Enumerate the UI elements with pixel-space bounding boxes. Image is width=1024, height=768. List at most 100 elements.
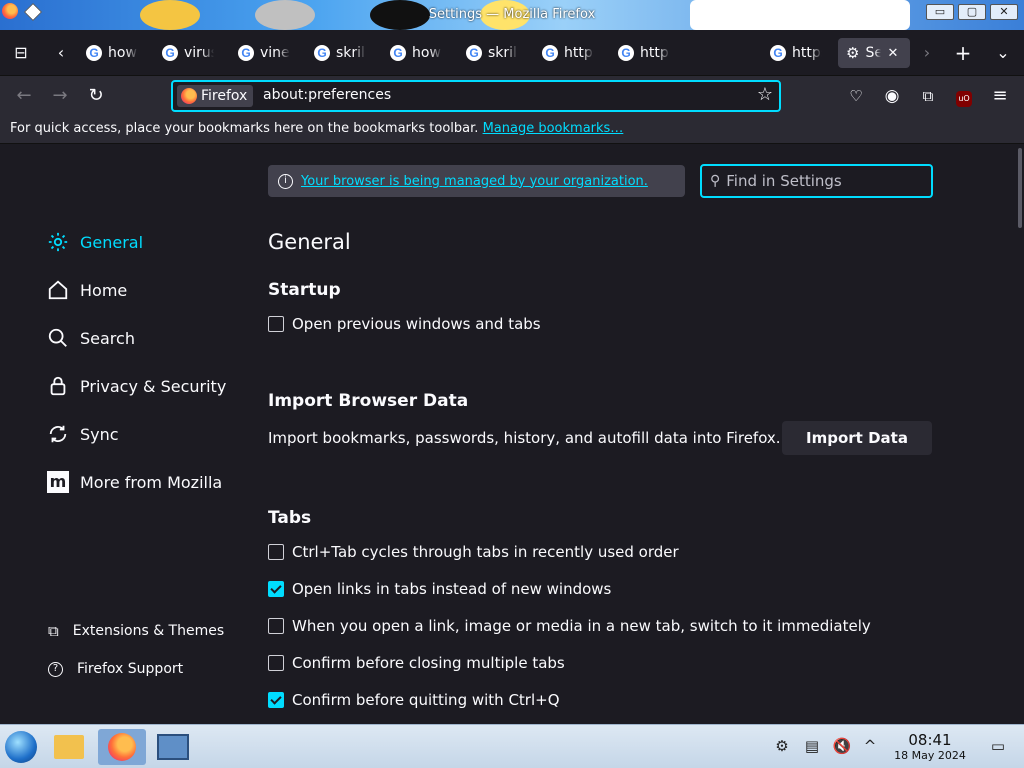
puzzle-icon: ⧉	[48, 622, 59, 640]
lock-icon	[46, 374, 70, 398]
google-icon: G	[466, 45, 482, 61]
scroll-tabs-right-icon[interactable]: ›	[916, 42, 938, 64]
sidebar-item-privacy[interactable]: Privacy & Security	[46, 372, 226, 400]
bookmark-star-icon[interactable]: ☆	[757, 84, 773, 105]
switch-to-new-tab-option[interactable]: When you open a link, image or media in …	[268, 617, 871, 635]
forward-icon[interactable]: →	[48, 84, 72, 108]
tab-7[interactable]: Ghttps	[618, 38, 670, 68]
tab-3[interactable]: Gskrill	[314, 38, 366, 68]
back-icon[interactable]: ←	[12, 84, 36, 108]
ctrl-tab-checkbox[interactable]	[268, 544, 284, 560]
maximize-button[interactable]: ▢	[958, 4, 986, 20]
tab-2[interactable]: Gvine	[238, 38, 290, 68]
sidebar-item-more-from-mozilla[interactable]: m More from Mozilla	[46, 468, 222, 496]
clock[interactable]: 08:41 18 May 2024	[890, 731, 970, 762]
help-icon: ?	[48, 661, 63, 677]
startup-heading: Startup	[268, 280, 341, 300]
confirm-close-tabs-checkbox[interactable]	[268, 655, 284, 671]
system-settings-icon[interactable]	[154, 729, 192, 765]
tray-expand-icon[interactable]: ^	[860, 737, 880, 757]
find-in-settings-placeholder: Find in Settings	[726, 172, 842, 190]
network-icon[interactable]: ⚙	[772, 737, 792, 757]
sidebar-item-home[interactable]: Home	[46, 276, 127, 304]
navigation-toolbar: ← → ↻ Firefox about:preferences ☆ ♡ ◉ ⧉ …	[0, 76, 1024, 116]
google-icon: G	[162, 45, 178, 61]
sidebar-item-extensions-themes[interactable]: ⧉ Extensions & Themes	[48, 620, 224, 642]
scroll-tabs-left-icon[interactable]: ‹	[50, 42, 72, 64]
ctrl-tab-option[interactable]: Ctrl+Tab cycles through tabs in recently…	[268, 543, 679, 561]
window-title: Settings — Mozilla Firefox	[428, 7, 596, 22]
window-titlebar[interactable]: Settings — Mozilla Firefox ▭ ▢ ✕	[0, 0, 1024, 30]
identity-label: Firefox	[201, 88, 248, 104]
import-description: Import bookmarks, passwords, history, an…	[268, 429, 781, 447]
bookmarks-hint: For quick access, place your bookmarks h…	[10, 121, 479, 136]
list-all-tabs-icon[interactable]: ⌄	[992, 42, 1014, 64]
tab-4[interactable]: Ghow	[390, 38, 442, 68]
account-icon[interactable]: ◉	[880, 84, 904, 108]
pocket-icon[interactable]: ♡	[844, 84, 868, 108]
google-icon: G	[618, 45, 634, 61]
tab-1[interactable]: Gvirus	[162, 38, 214, 68]
url-text[interactable]: about:preferences	[263, 87, 391, 103]
start-menu-icon[interactable]	[2, 729, 40, 765]
gear-icon	[46, 230, 70, 254]
gear-icon: ⚙	[846, 44, 860, 62]
import-heading: Import Browser Data	[268, 391, 469, 411]
scrollbar[interactable]	[1018, 148, 1022, 228]
minimize-button[interactable]: ▭	[926, 4, 954, 20]
google-icon: G	[86, 45, 102, 61]
tabs-heading: Tabs	[268, 508, 312, 528]
bookmarks-toolbar: For quick access, place your bookmarks h…	[0, 116, 1024, 144]
menu-icon[interactable]: ≡	[988, 84, 1012, 108]
clock-date: 18 May 2024	[894, 749, 966, 762]
restore-session-option[interactable]: Open previous windows and tabs	[268, 315, 541, 333]
ublock-icon[interactable]: uO	[952, 84, 976, 108]
import-data-button[interactable]: Import Data	[782, 421, 932, 455]
new-tab-icon[interactable]: +	[952, 42, 974, 64]
google-icon: G	[238, 45, 254, 61]
reload-icon[interactable]: ↻	[84, 84, 108, 108]
url-bar[interactable]: Firefox about:preferences ☆	[171, 80, 781, 112]
tab-overview-icon[interactable]: ⊟	[10, 42, 32, 64]
tab-8[interactable]: Ghttps	[770, 38, 822, 68]
manage-bookmarks-link[interactable]: Manage bookmarks…	[483, 121, 624, 136]
identity-box[interactable]: Firefox	[177, 85, 254, 107]
tab-0[interactable]: Ghow	[86, 38, 138, 68]
firefox-taskbar-icon[interactable]	[98, 729, 146, 765]
mozilla-icon: m	[46, 470, 70, 494]
sidebar-item-general[interactable]: General	[46, 228, 143, 256]
extensions-icon[interactable]: ⧉	[916, 84, 940, 108]
google-icon: G	[770, 45, 786, 61]
confirm-close-tabs-option[interactable]: Confirm before closing multiple tabs	[268, 654, 565, 672]
confirm-quit-checkbox[interactable]	[268, 692, 284, 708]
search-icon: ⚲	[710, 173, 721, 189]
sync-icon	[46, 422, 70, 446]
page-title: General	[268, 230, 351, 254]
google-icon: G	[390, 45, 406, 61]
tab-settings[interactable]: ⚙ Settings ✕	[838, 38, 910, 68]
google-icon: G	[314, 45, 330, 61]
switch-to-new-tab-checkbox[interactable]	[268, 618, 284, 634]
open-links-in-tabs-checkbox[interactable]	[268, 581, 284, 597]
restore-session-checkbox[interactable]	[268, 316, 284, 332]
file-manager-icon[interactable]	[50, 729, 88, 765]
os-taskbar: ⚙ ▤ 🔇 ^ 08:41 18 May 2024 ▭	[0, 724, 1024, 768]
tab-5[interactable]: Gskrill	[466, 38, 518, 68]
tab-6[interactable]: Ghttps	[542, 38, 594, 68]
info-icon: i	[278, 173, 293, 189]
sidebar-item-firefox-support[interactable]: ? Firefox Support	[48, 658, 183, 680]
confirm-quit-option[interactable]: Confirm before quitting with Ctrl+Q	[268, 691, 560, 709]
tab-strip: ⊟ ‹ Ghow Gvirus Gvine Gskrill Ghow Gskri…	[0, 30, 1024, 76]
clipboard-icon[interactable]: ▤	[802, 737, 822, 757]
clock-time: 08:41	[908, 731, 952, 749]
close-tab-icon[interactable]: ✕	[887, 46, 898, 61]
show-desktop-icon[interactable]: ▭	[988, 737, 1008, 757]
open-links-in-tabs-option[interactable]: Open links in tabs instead of new window…	[268, 580, 611, 598]
settings-page: i Your browser is being managed by your …	[0, 144, 1024, 724]
sidebar-item-sync[interactable]: Sync	[46, 420, 119, 448]
find-in-settings-input[interactable]: ⚲ Find in Settings	[700, 164, 933, 198]
close-button[interactable]: ✕	[990, 4, 1018, 20]
sidebar-item-search[interactable]: Search	[46, 324, 135, 352]
volume-muted-icon[interactable]: 🔇	[832, 737, 852, 757]
managed-link[interactable]: Your browser is being managed by your or…	[301, 174, 648, 189]
